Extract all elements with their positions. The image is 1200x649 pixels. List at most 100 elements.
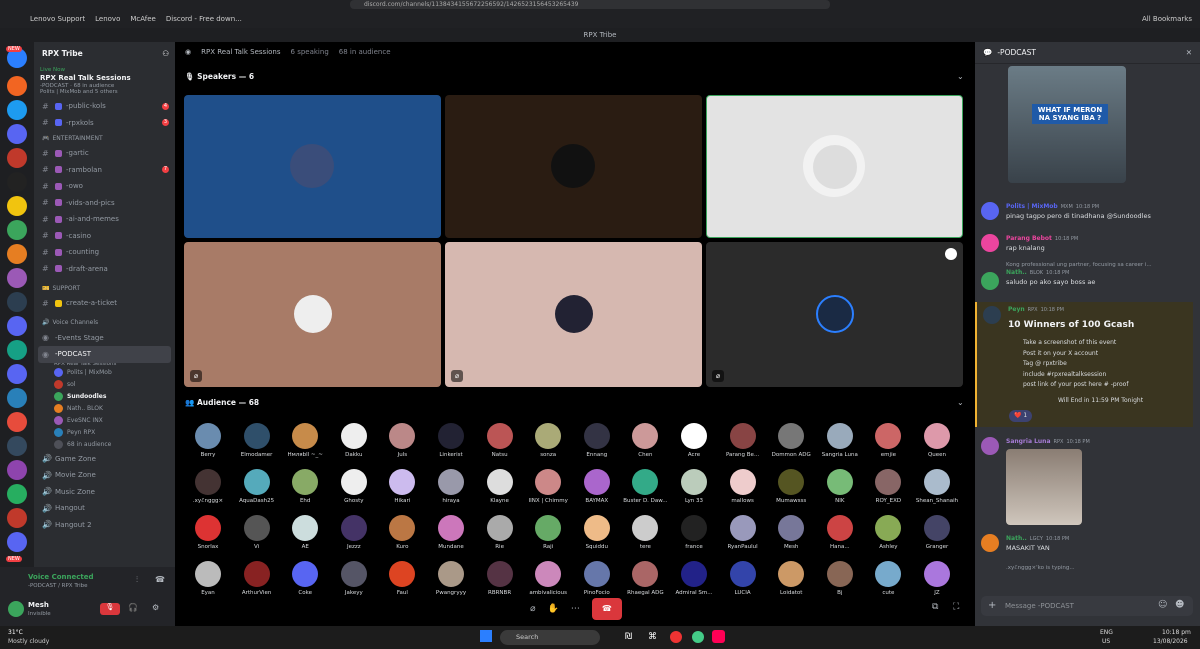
audience-member[interactable]: Hana...: [815, 515, 865, 550]
stage-channel-active[interactable]: ◉ -PODCAST: [38, 346, 171, 363]
server-icon[interactable]: [7, 268, 27, 288]
bookmark-2[interactable]: Lenovo: [95, 15, 120, 23]
weather-desc[interactable]: Mostly cloudy: [8, 638, 49, 645]
message-author[interactable]: Parang Bebot: [1006, 235, 1052, 242]
audience-member[interactable]: Klayne: [475, 469, 525, 504]
weather-temp[interactable]: 31°C: [8, 629, 23, 636]
audience-member[interactable]: Jakeyy: [329, 561, 379, 596]
server-icon[interactable]: [7, 172, 27, 192]
speaker-tile[interactable]: ⌀: [445, 242, 702, 387]
audience-member[interactable]: AE: [280, 515, 330, 550]
disconnect-icon[interactable]: ☎: [155, 575, 165, 584]
server-header[interactable]: RPX Tribe ⚇: [34, 42, 175, 64]
language[interactable]: ENG: [1100, 629, 1113, 636]
fullscreen-icon[interactable]: ⛶: [953, 602, 959, 612]
live-banner[interactable]: Live Now RPX Real Talk Sessions -PODCAST…: [34, 64, 175, 98]
server-icon[interactable]: [7, 508, 27, 528]
server-icon[interactable]: [7, 124, 27, 144]
message-author[interactable]: Peyn: [1008, 306, 1025, 313]
gear-icon[interactable]: ⚙: [152, 603, 159, 612]
audience-member[interactable]: ArthurVien: [232, 561, 282, 596]
audience-heading[interactable]: 👥 Audience — 68: [185, 398, 259, 407]
avatar[interactable]: [8, 601, 24, 617]
channel-item[interactable]: # -rambolan 7: [34, 162, 175, 179]
audience-member[interactable]: Buster D. Daw...: [620, 469, 670, 504]
voice-location[interactable]: -PODCAST / RPX Tribe: [28, 583, 88, 589]
audience-member[interactable]: tere: [620, 515, 670, 550]
category-support[interactable]: 🎫 SUPPORT: [34, 281, 175, 295]
add-attachment-icon[interactable]: +: [988, 600, 996, 611]
server-icon[interactable]: [7, 364, 27, 384]
channel-item[interactable]: # -casino: [34, 228, 175, 245]
audience-member[interactable]: JZ: [912, 561, 962, 596]
audience-member[interactable]: Shean_Shanaih: [912, 469, 962, 504]
channel-item[interactable]: # -draft-arena: [34, 261, 175, 278]
channel-item[interactable]: # create-a-ticket: [34, 295, 175, 312]
category-voice[interactable]: 🔊 Voice Channels: [34, 316, 175, 330]
speakers-heading[interactable]: 🎙 Speakers — 6: [185, 72, 254, 81]
audience-member[interactable]: Berry: [183, 423, 233, 458]
audience-member[interactable]: Raji: [523, 515, 573, 550]
audience-member[interactable]: PinoFocio: [572, 561, 622, 596]
speaker-tile[interactable]: ⌀: [706, 242, 963, 387]
chat-message[interactable]: Kong professional ung partner, focusing …: [981, 262, 1193, 290]
audience-member[interactable]: Hikari: [377, 469, 427, 504]
browser-icon[interactable]: [670, 631, 682, 643]
message-image[interactable]: WHAT IF MERON NA SYANG IBA ?: [1008, 66, 1126, 183]
bookmark-1[interactable]: Lenovo Support: [30, 15, 85, 23]
server-icon[interactable]: [7, 220, 27, 240]
voice-member[interactable]: Sundoodles: [34, 391, 175, 403]
app-icon[interactable]: ₪: [625, 632, 632, 642]
server-icon[interactable]: [7, 148, 27, 168]
clock-time[interactable]: 10:18 pm: [1162, 629, 1191, 636]
server-icon[interactable]: [7, 196, 27, 216]
audience-member[interactable]: Bj: [815, 561, 865, 596]
username[interactable]: Mesh: [28, 601, 49, 609]
audience-member[interactable]: IINX | Chimmy: [523, 469, 573, 504]
chrome-icon[interactable]: [692, 631, 704, 643]
voice-channel[interactable]: 🔊 Hangout 2: [34, 517, 175, 534]
audience-member[interactable]: Parang Be...: [718, 423, 768, 458]
audience-member[interactable]: AquaDash25: [232, 469, 282, 504]
audience-member[interactable]: Loidatot: [766, 561, 816, 596]
audience-member[interactable]: BAYMAX: [572, 469, 622, 504]
mic-muted-icon[interactable]: 🎙: [100, 603, 120, 615]
audience-member[interactable]: Jezzz: [329, 515, 379, 550]
server-icon[interactable]: [7, 100, 27, 120]
audience-member[interactable]: Vi: [232, 515, 282, 550]
cat-image[interactable]: [1006, 449, 1082, 525]
audience-member[interactable]: Coke: [280, 561, 330, 596]
voice-channel[interactable]: 🔊 Movie Zone: [34, 467, 175, 484]
channel-item[interactable]: # -gartic: [34, 145, 175, 162]
audience-member[interactable]: sonza: [523, 423, 573, 458]
channel-item[interactable]: # -ai-and-memes: [34, 211, 175, 228]
audience-member[interactable]: Ghosty: [329, 469, 379, 504]
audience-member[interactable]: Linkerist: [426, 423, 476, 458]
speaker-tile[interactable]: ⌀: [184, 242, 441, 387]
audience-member[interactable]: Rie: [475, 515, 525, 550]
chat-message[interactable]: Nath.. LGCY 10:18 PM MASAKIT YAN: [981, 534, 1193, 552]
server-icon[interactable]: [7, 292, 27, 312]
server-icon[interactable]: [7, 316, 27, 336]
server-icon[interactable]: [7, 412, 27, 432]
audience-member[interactable]: Dommon ADG: [766, 423, 816, 458]
category-entertainment[interactable]: 🎮 ENTERTAINMENT: [34, 131, 175, 145]
language-region[interactable]: US: [1102, 638, 1110, 645]
message-author[interactable]: Polits | MixMob: [1006, 203, 1058, 210]
chat-message[interactable]: Sangria Luna RPX 10:18 PM: [981, 437, 1193, 525]
audience-member[interactable]: Ashley: [863, 515, 913, 550]
audience-member[interactable]: RBRNBR: [475, 561, 525, 596]
audience-member[interactable]: Faul: [377, 561, 427, 596]
emoji-icon[interactable]: ☻: [1175, 600, 1184, 610]
audience-member[interactable]: .xyℰnggg×: [183, 469, 233, 504]
channel-item[interactable]: # -vids-and-pics: [34, 195, 175, 212]
reaction-heart[interactable]: ❤️ 1: [1009, 410, 1033, 422]
audience-count[interactable]: 68 in audience: [34, 439, 175, 451]
audience-member[interactable]: Ennang: [572, 423, 622, 458]
audience-member[interactable]: Hмляbll ~_~: [280, 423, 330, 458]
audience-member[interactable]: Ehd: [280, 469, 330, 504]
voice-channel[interactable]: 🔊 Music Zone: [34, 484, 175, 501]
message-author[interactable]: Nath..: [1006, 269, 1027, 276]
add-member-icon[interactable]: ⚇: [162, 49, 169, 58]
chat-message[interactable]: Polits | MixMob MXM 10:18 PM pinag tagpo p…: [981, 202, 1193, 220]
